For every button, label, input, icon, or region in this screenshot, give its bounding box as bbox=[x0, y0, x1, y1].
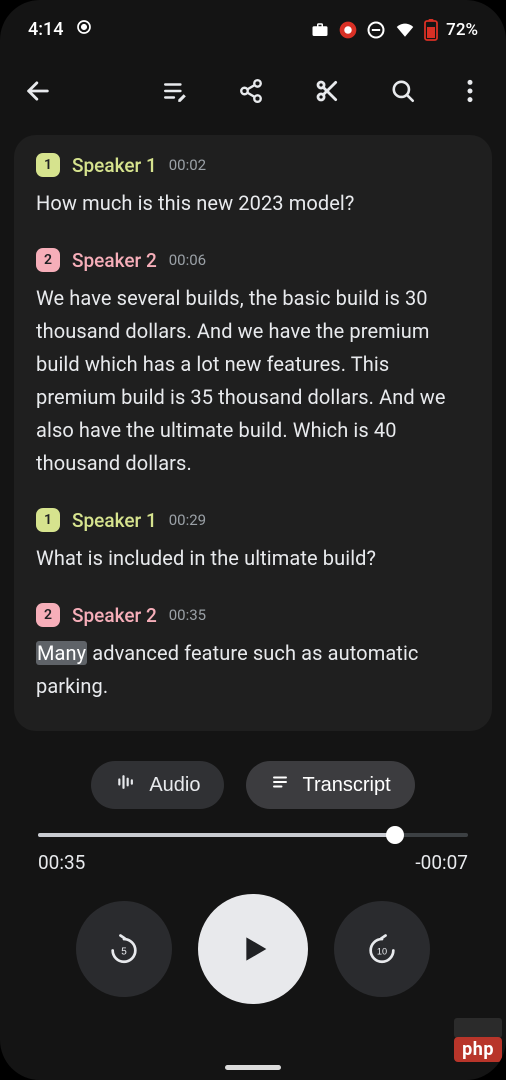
speaker-badge: 1 bbox=[36, 153, 60, 177]
transcript-segment[interactable]: 1 Speaker 1 00:02 How much is this new 2… bbox=[36, 153, 470, 220]
status-bar: 4:14 72% bbox=[0, 0, 506, 49]
playback-controls: 5 10 bbox=[0, 894, 506, 1004]
segment-timestamp: 00:29 bbox=[169, 511, 206, 529]
segment-timestamp: 00:06 bbox=[169, 251, 206, 269]
segment-timestamp: 00:02 bbox=[169, 156, 206, 174]
transcript-segment[interactable]: 1 Speaker 1 00:29 What is included in th… bbox=[36, 508, 470, 575]
seek-thumb[interactable] bbox=[386, 826, 404, 844]
tab-audio[interactable]: Audio bbox=[91, 761, 224, 809]
segment-text: Many advanced feature such as automatic … bbox=[36, 637, 470, 703]
transcript-segment[interactable]: 2 Speaker 2 00:06 We have several builds… bbox=[36, 248, 470, 480]
transcript-card: 1 Speaker 1 00:02 How much is this new 2… bbox=[14, 135, 492, 731]
segment-text: How much is this new 2023 model? bbox=[36, 187, 470, 220]
speaker-badge: 1 bbox=[36, 508, 60, 532]
seek-bar[interactable]: 00:35 -00:07 bbox=[0, 809, 506, 874]
segment-timestamp: 00:35 bbox=[169, 606, 206, 624]
search-button[interactable] bbox=[384, 72, 422, 110]
waveform-icon bbox=[115, 772, 137, 798]
screen-record-indicator-icon bbox=[75, 18, 93, 41]
transcript-segment[interactable]: 2 Speaker 2 00:35 Many advanced feature … bbox=[36, 603, 470, 703]
tab-transcript[interactable]: Transcript bbox=[246, 761, 414, 809]
edit-list-button[interactable] bbox=[156, 72, 194, 110]
svg-text:5: 5 bbox=[121, 947, 127, 958]
speaker-badge: 2 bbox=[36, 603, 60, 627]
wifi-icon bbox=[394, 21, 416, 39]
watermark-backdrop bbox=[454, 1018, 502, 1038]
play-button[interactable] bbox=[198, 894, 308, 1004]
list-icon bbox=[270, 773, 290, 797]
view-toggle: Audio Transcript bbox=[0, 761, 506, 809]
speaker-name: Speaker 2 bbox=[72, 604, 157, 627]
segment-text: We have several builds, the basic build … bbox=[36, 282, 470, 480]
recording-dot-icon bbox=[338, 20, 358, 40]
back-button[interactable] bbox=[18, 71, 58, 111]
rewind-button[interactable]: 5 bbox=[76, 901, 172, 997]
forward-button[interactable]: 10 bbox=[334, 901, 430, 997]
do-not-disturb-icon bbox=[366, 20, 386, 40]
gesture-bar[interactable] bbox=[225, 1065, 281, 1070]
work-profile-icon bbox=[310, 21, 330, 39]
speaker-badge: 2 bbox=[36, 248, 60, 272]
speaker-name: Speaker 1 bbox=[72, 509, 157, 532]
more-options-button[interactable] bbox=[460, 72, 480, 110]
elapsed-time: 00:35 bbox=[38, 851, 85, 874]
battery-icon bbox=[424, 19, 438, 41]
tab-audio-label: Audio bbox=[149, 774, 200, 797]
speaker-name: Speaker 2 bbox=[72, 249, 157, 272]
tab-transcript-label: Transcript bbox=[302, 774, 390, 797]
remaining-time: -00:07 bbox=[415, 851, 468, 874]
status-time: 4:14 bbox=[28, 19, 63, 40]
app-toolbar bbox=[0, 49, 506, 121]
speaker-name: Speaker 1 bbox=[72, 154, 157, 177]
seek-fill bbox=[38, 833, 395, 837]
svg-text:10: 10 bbox=[377, 947, 387, 957]
battery-percent: 72% bbox=[446, 20, 478, 40]
watermark: php bbox=[454, 1037, 502, 1062]
segment-text: What is included in the ultimate build? bbox=[36, 542, 470, 575]
share-button[interactable] bbox=[232, 72, 270, 110]
current-word-highlight: Many bbox=[36, 641, 87, 665]
crop-button[interactable] bbox=[308, 72, 346, 110]
